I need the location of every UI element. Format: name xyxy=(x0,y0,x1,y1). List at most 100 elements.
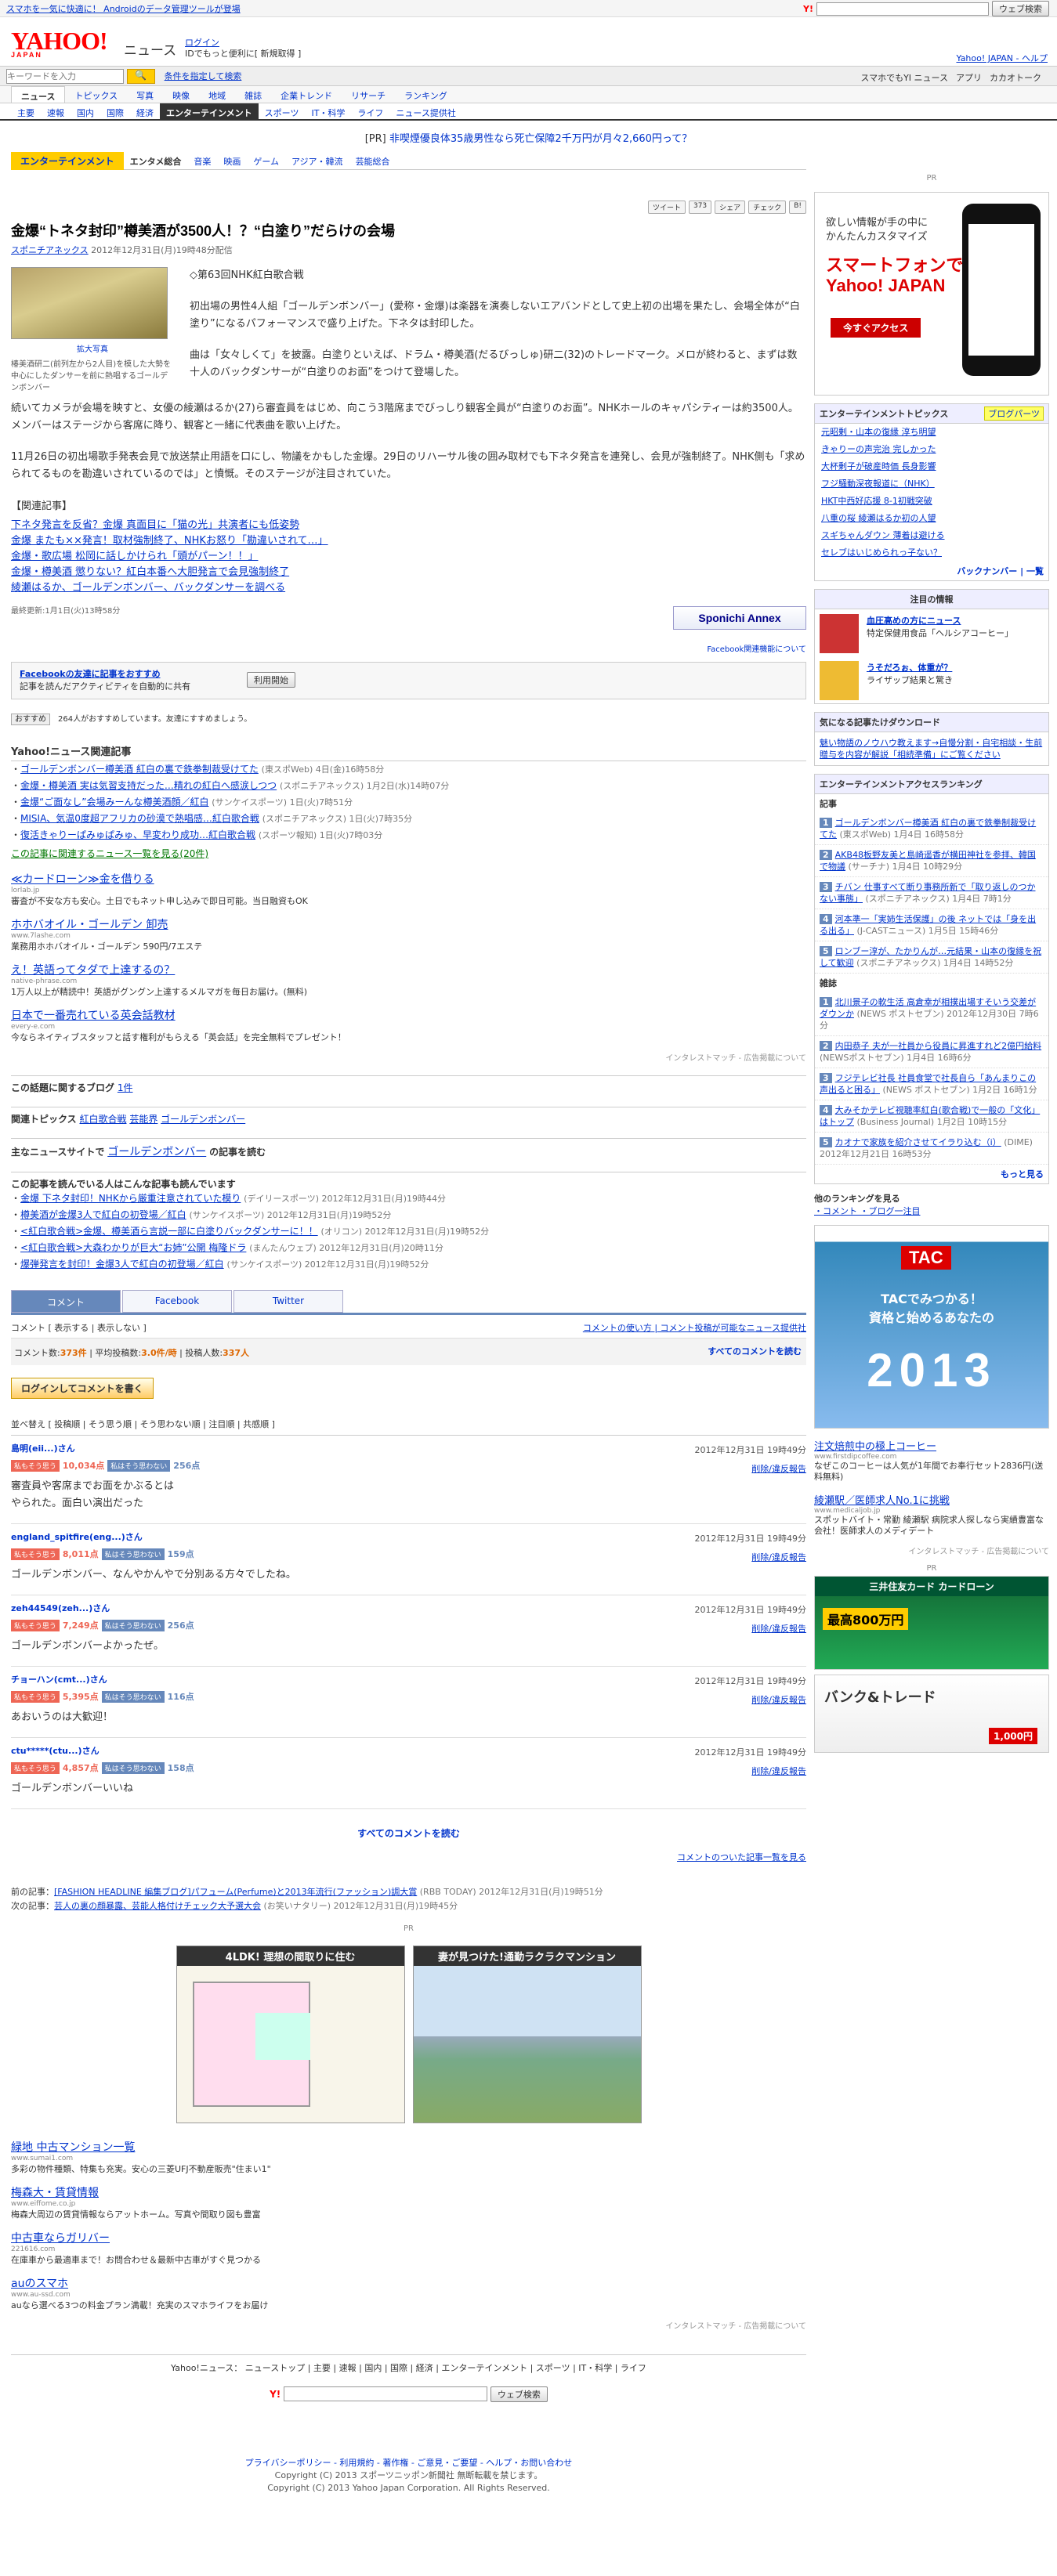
topic-item[interactable]: セレブはいじめられっ子ない？ xyxy=(815,544,1048,562)
tab-facebook[interactable]: Facebook xyxy=(122,1290,232,1313)
topic-link[interactable]: 芸能界 xyxy=(129,1114,157,1125)
smartphone-ad[interactable]: 欲しい情報が手の中に かんたんカスタマイズ スマートフォンでも Yahoo! J… xyxy=(814,192,1049,396)
agree-button[interactable]: 私もそう思う xyxy=(11,1761,60,1774)
disagree-button[interactable]: 私はそう思わない xyxy=(107,1459,171,1472)
footer-links[interactable]: プライバシーポリシー - 利用規約 - 著作権 - ご意見・ご要望 - ヘルプ・… xyxy=(11,2457,806,2469)
enlarge-photo-link[interactable]: 拡大写真 xyxy=(11,342,174,354)
comment-user[interactable]: 島明(eii...)さん xyxy=(11,1442,806,1454)
backnumber-link[interactable]: バックナンバー | 一覧 xyxy=(815,562,1048,580)
blog-parts-link[interactable]: ブログパーツ xyxy=(984,406,1044,421)
ad-title[interactable]: 中古車ならガリバー xyxy=(11,2230,806,2245)
ranking-item[interactable]: 2 内田恭子 夫が一社員から役員に昇進すれど2億円給料 (NEWSポストセブン) … xyxy=(815,1036,1048,1068)
tweet-button[interactable]: ツイート xyxy=(647,201,686,214)
header-links[interactable]: Yahoo! JAPAN - ヘルプ xyxy=(956,52,1048,64)
topic-item[interactable]: 元昭剰・山本の復縁 淳ち明望 xyxy=(815,424,1048,441)
info-link[interactable]: うそだろぉ、体重が？ xyxy=(867,663,952,673)
info-link[interactable]: 血圧高めの方にニュース xyxy=(867,616,961,626)
cat-sports[interactable]: スポーツ xyxy=(259,103,306,119)
sub-cat-asia[interactable]: アジア・韓流 xyxy=(285,153,349,170)
ranking-item[interactable]: 1 北川景子の軟生活 高倉幸が相撲出場すそいう交差がダウンか (NEWS ポストセ… xyxy=(815,992,1048,1036)
ranking-item[interactable]: 3 チバン 仕事すべて断り事務所新で「取り返しのつかない事態」 (スポニチアネック… xyxy=(815,877,1048,909)
mobile-news-link[interactable]: スマホでもYI ニュース xyxy=(860,71,948,84)
ranking-more-link[interactable]: もっと見る xyxy=(815,1165,1048,1183)
agree-button[interactable]: 私もそう思う xyxy=(11,1619,60,1631)
cat-economy[interactable]: 経済 xyxy=(130,103,160,119)
comment-user[interactable]: zeh44549(zeh...)さん xyxy=(11,1602,806,1614)
list-item[interactable]: ・ゴールデンボンバー樽美酒 紅白の裏で鉄拳制裁受けてた (東スポWeb) 4日(… xyxy=(11,761,806,778)
cat-providers[interactable]: ニュース提供社 xyxy=(389,103,462,119)
list-item[interactable]: ・MISIA、気温0度超アフリカの砂漠で熱唱感…紅白歌合戦 (スポニチアネックス… xyxy=(11,811,806,827)
download-link[interactable]: 魅い物語のノウハウ教えます→自慢分割・自宅相談・生前贈与を内容が解説「相続準備」… xyxy=(815,732,1048,765)
list-item[interactable]: ・金爆“ご面なし”会場みーんな樽美酒顔／紅白 (サンケイスポーツ) 1日(火)7… xyxy=(11,794,806,811)
agree-button[interactable]: 私もそう思う xyxy=(11,1690,60,1703)
web-search-button[interactable]: ウェブ検索 xyxy=(992,1,1049,16)
read-all-comments-link[interactable]: すべてのコメントを読む xyxy=(708,1345,802,1357)
login-to-comment-button[interactable]: ログインしてコメントを書く xyxy=(11,1378,154,1399)
report-link[interactable]: 削除/違反報告 xyxy=(751,1462,806,1475)
sub-cat-general[interactable]: エンタメ総合 xyxy=(124,153,188,170)
disagree-button[interactable]: 私はそう思わない xyxy=(101,1761,165,1774)
ad-note[interactable]: インタレストマッチ - 広告掲載について xyxy=(814,1545,1049,1556)
facebook-share-button[interactable]: シェア xyxy=(715,201,746,214)
list-item[interactable]: ・復活きゃりーぱみゅぱみゅ、早変わり成功…紅白歌合戦 (スポーツ報知) 1日(火… xyxy=(11,827,806,844)
tab-twitter[interactable]: Twitter xyxy=(233,1290,343,1313)
sponichi-logo[interactable]: Sponichi Annex xyxy=(673,606,806,630)
nav-video[interactable]: 映像 xyxy=(163,86,199,103)
comment-user[interactable]: チョーハン(cmt...)さん xyxy=(11,1673,806,1685)
nav-ranking[interactable]: ランキング xyxy=(395,86,457,103)
ranking-item[interactable]: 3 フジテレビ社長 社員食堂で社長自ら「あんまりこの声出ると困る」 (NEWS ポ… xyxy=(815,1068,1048,1100)
yahoo-logo[interactable]: YAHOO! JAPAN xyxy=(11,27,108,59)
ad-note[interactable]: インタレストマッチ - 広告掲載について xyxy=(11,1051,806,1063)
ranking-item[interactable]: 4 河本準一「実姉生活保護」の後 ネットでは「身を出る出る」 (J-CASTニュー… xyxy=(815,909,1048,941)
house-ad[interactable]: 妻が見つけた!通勤ラクラクマンション xyxy=(412,1946,642,2123)
topic-item[interactable]: スギちゃんダウン 薄着は避ける xyxy=(815,527,1048,544)
cat-it[interactable]: IT・科学 xyxy=(305,103,351,119)
nav-topics[interactable]: トピックス xyxy=(65,86,127,103)
sort-options[interactable]: 並べ替え [ 投稿順 | そう思う順 | そう思わない順 | 注目順 | 共感順… xyxy=(11,1418,806,1436)
blog-count[interactable]: 1件 xyxy=(118,1082,133,1093)
bottom-links[interactable]: Yahoo!ニュース： ニューストップ | 主要 | 速報 | 国内 | 国際 … xyxy=(11,2354,806,2374)
nav-local[interactable]: 地域 xyxy=(199,86,235,103)
bottom-search-input[interactable] xyxy=(284,2386,488,2401)
disagree-button[interactable]: 私はそう思わない xyxy=(101,1619,165,1631)
topic-link[interactable]: ゴールデンボンバー xyxy=(161,1114,245,1125)
like-button[interactable]: おすすめ xyxy=(11,714,50,725)
nav-magazine[interactable]: 雑誌 xyxy=(235,86,271,103)
topic-item[interactable]: 八重の桜 綾瀬はるか初の人望 xyxy=(815,510,1048,527)
pr-banner[interactable]: [PR] 非喫煙優良体35歳男性なら死亡保障2千万円が月々2,660円って？ xyxy=(0,130,1057,145)
article-photo[interactable] xyxy=(11,267,168,339)
agree-button[interactable]: 私もそう思う xyxy=(11,1548,60,1560)
nav-news[interactable]: ニュース xyxy=(11,86,66,103)
ranking-item[interactable]: 1 ゴールデンボンバー樽美酒 紅白の裏で鉄拳制裁受けてた (東スポWeb) 1月4… xyxy=(815,813,1048,845)
related-link[interactable]: 下ネタ発言を反省？金爆 真面目に「猫の光」共演者にも低姿勢 xyxy=(11,518,806,533)
ad-title[interactable]: ホホバオイル・ゴールデン 卸売 xyxy=(11,916,806,932)
related-link[interactable]: 綾瀬はるか、ゴールデンボンバー、バックダンサーを調べる xyxy=(11,580,806,596)
sub-cat-game[interactable]: ゲーム xyxy=(247,153,285,170)
list-item[interactable]: ・樽美酒が金爆3人で紅白の初登場／紅白 (サンケイスポーツ) 2012年12月3… xyxy=(11,1207,806,1223)
tac-ad[interactable]: TAC TACでみつかる！ 資格と始めるあなたの 2013 xyxy=(814,1225,1049,1429)
login-link[interactable]: ログイン xyxy=(185,38,301,49)
sub-cat-movie[interactable]: 映画 xyxy=(217,153,247,170)
promo-link[interactable]: スマホを一気に快適に！ Androidのデータ管理ツールが登場 xyxy=(6,4,241,14)
facebook-start-button[interactable]: 利用開始 xyxy=(247,672,295,688)
ranking-item[interactable]: 4 大みそかテレビ視聴率紅白(歌合戦)で一般の「文化」はトップ (Business… xyxy=(815,1100,1048,1133)
ad-title[interactable]: 緑地 中古マンション一覧 xyxy=(11,2139,806,2155)
hatena-button[interactable]: B! xyxy=(789,201,806,214)
ad-title[interactable]: 梅森大・賃貸情報 xyxy=(11,2184,806,2200)
report-link[interactable]: 削除/違反報告 xyxy=(751,1765,806,1777)
list-item[interactable]: ・爆弾発言を封印！金爆3人で紅白の初登場／紅白 (サンケイスポーツ) 2012年… xyxy=(11,1256,806,1273)
check-button[interactable]: チェック xyxy=(748,201,787,214)
card-loan-ad[interactable]: 三井住友カード カードローン 最高800万円 xyxy=(814,1576,1049,1670)
comment-user[interactable]: ctu*****(ctu...)さん xyxy=(11,1744,806,1757)
cat-domestic[interactable]: 国内 xyxy=(71,103,100,119)
house-ad[interactable]: 4LDK! 理想の間取りに住む xyxy=(176,1946,405,2123)
related-link[interactable]: 金爆・樽美酒 懲りない？紅白本番へ大胆発言で会見強制終了 xyxy=(11,565,806,580)
keyword-link[interactable]: ゴールデンボンバー xyxy=(107,1146,206,1158)
riverside-image[interactable] xyxy=(413,1966,641,2123)
comment-user[interactable]: england_spitfire(eng...)さん xyxy=(11,1530,806,1543)
topic-item[interactable]: フジ騒動深夜報道に（NHK） xyxy=(815,475,1048,493)
agree-button[interactable]: 私もそう思う xyxy=(11,1459,60,1472)
list-item[interactable]: ・金爆 下ネタ封印！NHKから厳重注意されていた模り (デイリースポーツ) 20… xyxy=(11,1190,806,1207)
related-link[interactable]: 金爆 またも××発言！取材強制終了、NHKお怒り「勘違いされて…」 xyxy=(11,533,806,549)
news-search-input[interactable] xyxy=(6,69,124,84)
